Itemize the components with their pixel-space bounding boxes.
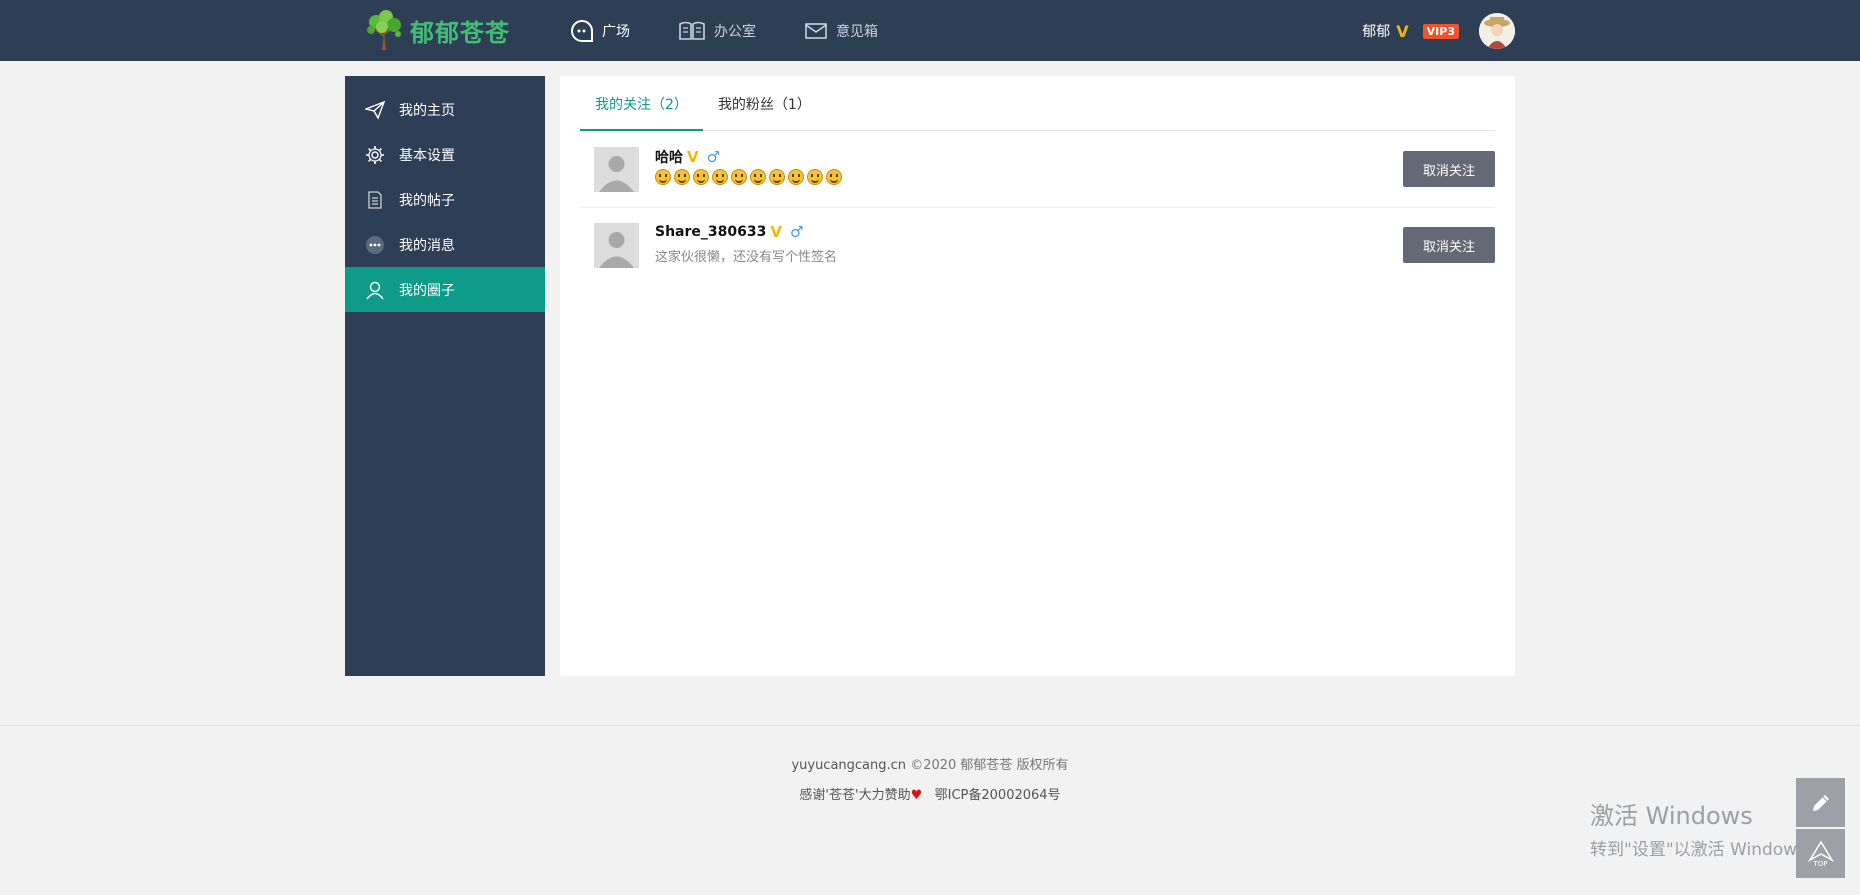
smile-emoji-icon xyxy=(807,169,823,185)
vip-badge: VIP3 xyxy=(1422,23,1459,39)
smile-emoji-icon xyxy=(731,169,747,185)
footer-copyright: yuyucangcang.cn ©2020 郁郁苍苍 版权所有 xyxy=(0,754,1860,773)
user-icon xyxy=(366,281,384,299)
tab-following[interactable]: 我的关注（2） xyxy=(580,76,703,131)
sidebar-item-settings[interactable]: 基本设置 xyxy=(345,132,545,177)
top-navbar: 郁郁苍苍 广场 办公室 意见箱 郁郁 V VIP3 xyxy=(0,0,1860,61)
follow-user-name[interactable]: 哈哈 V ♂ xyxy=(655,147,720,167)
male-icon: ♂ xyxy=(789,223,804,241)
open-book-icon xyxy=(679,21,705,40)
sidebar-item-homepage[interactable]: 我的主页 xyxy=(345,87,545,132)
follow-tabs: 我的关注（2） 我的粉丝（1） xyxy=(580,76,1495,131)
message-dots-icon xyxy=(366,235,384,254)
sidebar-item-label: 我的主页 xyxy=(399,102,455,119)
user-name-text: 哈哈 xyxy=(655,150,683,166)
footer-owner: 郁郁苍苍 版权所有 xyxy=(960,758,1069,773)
heart-icon: ♥ xyxy=(910,788,923,803)
follow-user-name[interactable]: Share_380633 V ♂ xyxy=(655,223,803,241)
smile-emoji-icon xyxy=(788,169,804,185)
logo-text: 郁郁苍苍 xyxy=(410,18,510,47)
windows-activation-watermark: 激活 Windows 转到"设置"以激活 Windows。 xyxy=(1590,796,1823,860)
sidebar-item-circle[interactable]: 我的圈子 xyxy=(345,267,545,312)
default-avatar-icon xyxy=(594,223,639,268)
paper-plane-icon xyxy=(365,100,385,120)
gear-icon xyxy=(366,145,384,164)
chat-bubble-icon xyxy=(571,19,593,42)
tab-followers[interactable]: 我的粉丝（1） xyxy=(703,76,826,131)
nav-square-label: 广场 xyxy=(602,23,630,40)
unfollow-button[interactable]: 取消关注 xyxy=(1403,227,1495,263)
nav-office-label: 办公室 xyxy=(714,23,756,40)
smile-emoji-icon xyxy=(750,169,766,185)
sidebar-item-label: 我的圈子 xyxy=(399,282,455,299)
nav-office[interactable]: 办公室 xyxy=(678,20,756,42)
male-icon: ♂ xyxy=(706,148,721,166)
smile-emoji-icon xyxy=(693,169,709,185)
up-arrow-icon xyxy=(1807,840,1834,862)
site-logo[interactable]: 郁郁苍苍 xyxy=(362,8,510,52)
pencil-icon xyxy=(1812,794,1829,811)
unfollow-button[interactable]: 取消关注 xyxy=(1403,151,1495,187)
main-panel: 我的关注（2） 我的粉丝（1） 哈哈 V ♂ 取消关注 Share_380633… xyxy=(560,76,1515,676)
following-list: 哈哈 V ♂ 取消关注 Share_380633 V ♂ 这家伙很懒，还没有写个… xyxy=(580,132,1495,284)
footer-domain-link[interactable]: yuyucangcang.cn xyxy=(791,758,906,773)
list-item: 哈哈 V ♂ 取消关注 xyxy=(580,132,1495,208)
smile-emoji-icon xyxy=(712,169,728,185)
list-item: Share_380633 V ♂ 这家伙很懒，还没有写个性签名 取消关注 xyxy=(580,208,1495,284)
top-label: TOP xyxy=(1813,859,1828,868)
smile-emoji-icon xyxy=(826,169,842,185)
username[interactable]: 郁郁 xyxy=(1362,21,1390,41)
sidebar-item-label: 我的帖子 xyxy=(399,192,455,209)
sidebar-item-posts[interactable]: 我的帖子 xyxy=(345,177,545,222)
main-nav: 广场 办公室 意见箱 xyxy=(570,0,926,61)
write-post-button[interactable] xyxy=(1796,778,1845,827)
footer-thanks: 感谢'苍苍'大力赞助 xyxy=(799,788,911,803)
back-to-top-button[interactable]: TOP xyxy=(1796,829,1845,878)
sidebar: 我的主页 基本设置 我的帖子 我的消息 我的圈子 xyxy=(345,76,545,676)
user-avatar[interactable] xyxy=(1479,13,1515,49)
footer: yuyucangcang.cn ©2020 郁郁苍苍 版权所有 感谢'苍苍'大力… xyxy=(0,725,1860,895)
smile-emoji-icon xyxy=(655,169,671,185)
user-signature: 这家伙很懒，还没有写个性签名 xyxy=(655,250,838,265)
document-icon xyxy=(368,190,382,209)
footer-year: ©2020 xyxy=(910,758,957,773)
default-avatar-icon xyxy=(594,147,639,192)
avatar-image-icon xyxy=(1479,13,1515,49)
signature-emoji xyxy=(655,169,845,185)
footer-icp-link[interactable]: 鄂ICP备20002064号 xyxy=(935,788,1061,803)
verified-badge: V xyxy=(770,223,782,241)
mail-icon xyxy=(805,22,827,39)
user-name-text: Share_380633 xyxy=(655,224,767,240)
avatar[interactable] xyxy=(594,223,639,268)
sidebar-item-label: 基本设置 xyxy=(399,147,455,164)
verified-badge: V xyxy=(1396,21,1409,41)
footer-sponsor: 感谢'苍苍'大力赞助♥ 鄂ICP备20002064号 xyxy=(0,784,1860,803)
tree-logo-icon xyxy=(367,10,401,50)
nav-square[interactable]: 广场 xyxy=(570,19,630,43)
watermark-title: 激活 Windows xyxy=(1590,802,1753,830)
user-menu[interactable]: 郁郁 V VIP3 xyxy=(1362,10,1515,52)
verified-badge: V xyxy=(687,148,699,166)
watermark-subtitle: 转到"设置"以激活 Windows。 xyxy=(1590,840,1823,860)
sidebar-item-label: 我的消息 xyxy=(399,237,455,254)
smile-emoji-icon xyxy=(769,169,785,185)
sidebar-item-messages[interactable]: 我的消息 xyxy=(345,222,545,267)
nav-feedback[interactable]: 意见箱 xyxy=(804,21,878,41)
smile-emoji-icon xyxy=(674,169,690,185)
avatar[interactable] xyxy=(594,147,639,192)
nav-feedback-label: 意见箱 xyxy=(836,23,878,40)
